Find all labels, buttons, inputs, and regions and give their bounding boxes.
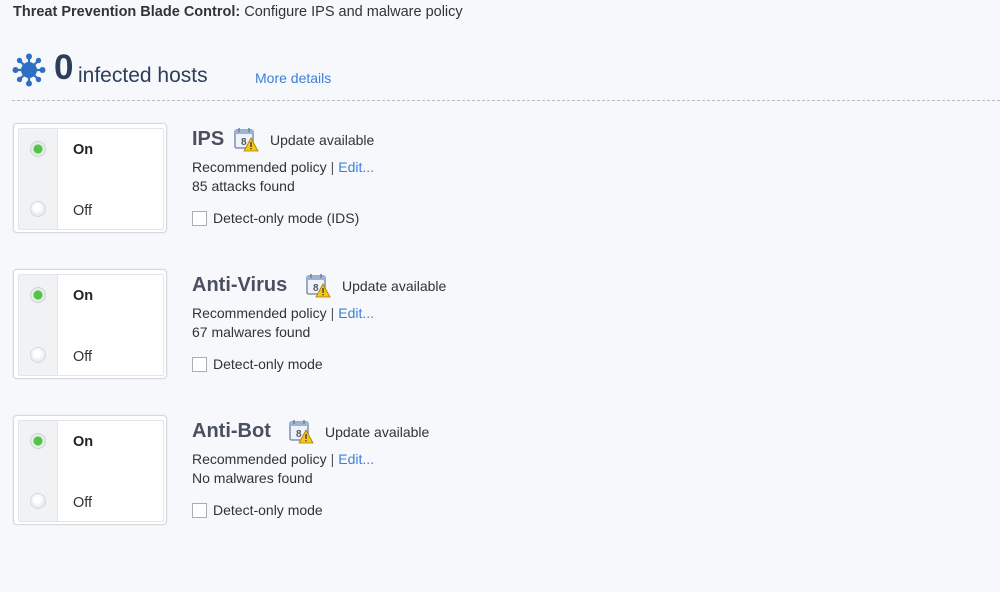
ips-on-off-switch[interactable]: On Off: [13, 123, 167, 233]
page-title: Threat Prevention Blade Control:: [13, 4, 241, 20]
ips-policy-name: Recommended policy: [192, 159, 327, 175]
ips-detect-only-checkbox[interactable]: [192, 211, 207, 226]
anti-bot-off-radio[interactable]: [30, 493, 46, 509]
anti-virus-off-label[interactable]: Off: [73, 349, 92, 365]
ips-edit-link[interactable]: Edit...: [338, 159, 374, 175]
more-details-link[interactable]: More details: [255, 70, 331, 86]
anti-bot-policy-line: Recommended policy | Edit...: [192, 451, 374, 467]
ips-update-status: Update available: [270, 132, 375, 148]
ips-policy-separator: |: [330, 159, 335, 175]
anti-bot-policy-separator: |: [330, 451, 335, 467]
anti-virus-detect-only-checkbox[interactable]: [192, 357, 207, 372]
anti-virus-switch-inner: On Off: [18, 274, 164, 376]
calendar-warning-icon: 8: [306, 274, 331, 298]
infected-hosts-summary: 0 infected hosts More details: [12, 48, 1000, 92]
anti-bot-findings: No malwares found: [192, 470, 313, 486]
anti-bot-detect-only-label[interactable]: Detect-only mode: [213, 502, 323, 518]
anti-bot-on-label[interactable]: On: [73, 434, 93, 450]
infected-hosts-label: infected hosts: [78, 64, 208, 87]
anti-virus-policy-name: Recommended policy: [192, 305, 327, 321]
ips-blade-title: IPS: [192, 128, 225, 150]
anti-virus-on-off-switch[interactable]: On Off: [13, 269, 167, 379]
ips-off-label[interactable]: Off: [73, 203, 92, 219]
anti-virus-blade-title: Anti-Virus: [192, 274, 288, 296]
ips-on-radio[interactable]: [30, 141, 46, 157]
section-divider: [12, 100, 1000, 101]
anti-virus-policy-separator: |: [330, 305, 335, 321]
ips-detect-only-label[interactable]: Detect-only mode (IDS): [213, 210, 359, 226]
anti-virus-detect-only-label[interactable]: Detect-only mode: [213, 356, 323, 372]
ips-switch-inner: On Off: [18, 128, 164, 230]
infected-hosts-count: 0: [54, 48, 74, 87]
anti-bot-on-off-switch[interactable]: On Off: [13, 415, 167, 525]
anti-bot-switch-inner: On Off: [18, 420, 164, 522]
footer-link-partial[interactable]: [12, 576, 16, 592]
ips-off-radio[interactable]: [30, 201, 46, 217]
page-header: Threat Prevention Blade Control: Configu…: [13, 4, 463, 20]
anti-virus-off-radio[interactable]: [30, 347, 46, 363]
ips-radio-column: [19, 129, 58, 229]
blade-ips: On Off IPS 8 Update available Recommende…: [13, 123, 1000, 235]
ips-policy-line: Recommended policy | Edit...: [192, 159, 374, 175]
anti-virus-radio-column: [19, 275, 58, 375]
anti-bot-policy-name: Recommended policy: [192, 451, 327, 467]
anti-bot-radio-column: [19, 421, 58, 521]
anti-virus-findings: 67 malwares found: [192, 324, 311, 340]
anti-virus-update-status: Update available: [342, 278, 447, 294]
ips-on-label[interactable]: On: [73, 142, 93, 158]
anti-virus-on-radio[interactable]: [30, 287, 46, 303]
blade-anti-bot: On Off Anti-Bot 8 Update available Recom…: [13, 415, 1000, 527]
anti-virus-edit-link[interactable]: Edit...: [338, 305, 374, 321]
anti-bot-edit-link[interactable]: Edit...: [338, 451, 374, 467]
anti-bot-on-radio[interactable]: [30, 433, 46, 449]
anti-bot-blade-title: Anti-Bot: [192, 420, 271, 442]
calendar-warning-icon: 8: [234, 128, 259, 152]
virus-icon: [12, 53, 46, 87]
ips-findings: 85 attacks found: [192, 178, 295, 194]
blade-anti-virus: On Off Anti-Virus 8 Update available Rec…: [13, 269, 1000, 381]
anti-virus-on-label[interactable]: On: [73, 288, 93, 304]
anti-bot-off-label[interactable]: Off: [73, 495, 92, 511]
anti-bot-update-status: Update available: [325, 424, 430, 440]
calendar-warning-icon: 8: [289, 420, 314, 444]
page-subtitle: Configure IPS and malware policy: [244, 4, 463, 20]
anti-virus-policy-line: Recommended policy | Edit...: [192, 305, 374, 321]
anti-bot-detect-only-checkbox[interactable]: [192, 503, 207, 518]
